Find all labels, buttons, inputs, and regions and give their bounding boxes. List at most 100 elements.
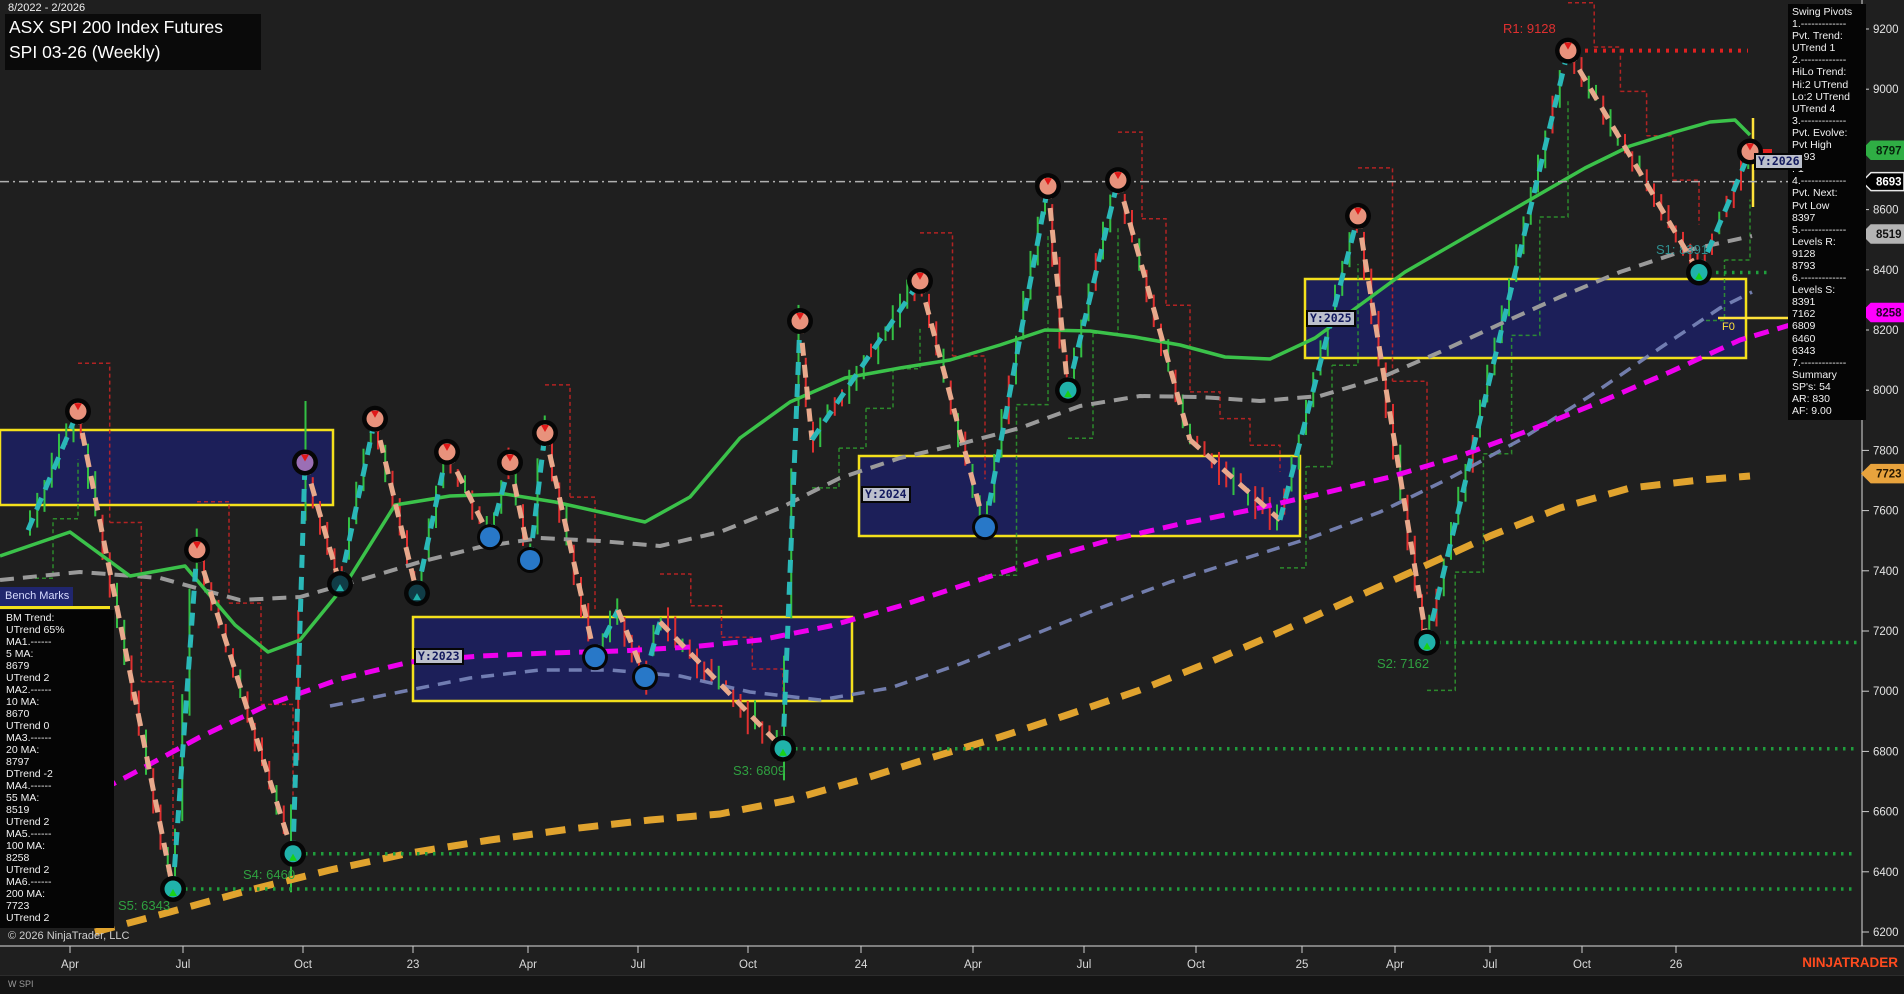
price-tag-value: 8797	[1876, 145, 1902, 157]
price-tick-label: 8400	[1873, 265, 1899, 277]
bench-marks-line: MA2.------	[6, 684, 114, 696]
swing-pivots-line: SP's: 54	[1792, 381, 1866, 393]
swing-pivots-line: 5.-------------	[1792, 224, 1866, 236]
bench-marks-line: UTrend 2	[6, 816, 114, 828]
swing-pivots-line: Pvt. Next:	[1792, 187, 1866, 199]
f0-label: F0	[1722, 321, 1735, 333]
ninjatrader-logo: NINJATRADER	[1790, 955, 1898, 970]
bench-marks-line: 10 MA:	[6, 696, 114, 708]
time-tick-label: 26	[1670, 959, 1683, 971]
swing-pivots-line: Pvt. Trend:	[1792, 30, 1866, 42]
contract-interval: SPI 03-26 (Weekly)	[9, 42, 261, 63]
swing-pivots-line: Hi:2 UTrend	[1792, 79, 1866, 91]
swing-line-up	[173, 550, 197, 889]
price-tick-label: 7000	[1873, 686, 1899, 698]
bench-marks-line: 8679	[6, 660, 114, 672]
trail-stop-down	[920, 233, 985, 479]
bench-marks-line: UTrend 2	[6, 864, 114, 876]
time-tick-label: Oct	[1187, 959, 1206, 971]
trail-stop-down	[545, 385, 595, 609]
pivot-intermediate-marker	[480, 527, 500, 547]
swing-pivots-line: 1.-------------	[1792, 18, 1866, 30]
swing-pivots-line: 4.-------------	[1792, 175, 1866, 187]
time-tick-label: Oct	[294, 959, 313, 971]
time-tick-label: Oct	[1573, 959, 1592, 971]
swing-pivots-line: Lo:2 UTrend	[1792, 91, 1866, 103]
swing-line-down	[510, 462, 530, 560]
trail-stop-down	[197, 502, 293, 806]
price-chart[interactable]: R1: 9128S1: 8391S2: 7162S3: 6809S4: 6460…	[0, 0, 1904, 994]
swing-pivots-line: 6460	[1792, 333, 1866, 345]
level-label: R1: 9128	[1503, 21, 1556, 36]
bench-marks-line: BM Trend:	[6, 612, 114, 624]
swing-line-down	[1048, 186, 1068, 390]
date-range-label: 8/2022 - 2/2026	[8, 2, 85, 14]
swing-pivots-line: 8397	[1792, 212, 1866, 224]
time-tick-label: Jul	[1077, 959, 1092, 971]
level-label: S5: 6343	[118, 898, 170, 913]
bench-marks-line: UTrend 65%	[6, 624, 114, 636]
swing-pivots-line: Pvt Low	[1792, 200, 1866, 212]
price-tag-value: 8258	[1876, 308, 1902, 320]
year-marker-label: Y:2026	[1754, 153, 1804, 170]
data-series-tab[interactable]: W SPI	[8, 979, 34, 989]
bench-marks-line: 100 MA:	[6, 840, 114, 852]
bench-marks-line: 20 MA:	[6, 744, 114, 756]
year-range-box	[0, 430, 333, 505]
swing-pivots-line: Pvt High	[1792, 139, 1866, 151]
swing-line-down	[1568, 51, 1699, 273]
time-tick-label: Apr	[519, 959, 537, 971]
bench-marks-line: 8258	[6, 852, 114, 864]
swing-line-up	[1068, 180, 1118, 390]
time-tick-label: Jul	[631, 959, 646, 971]
price-tag-value: 7723	[1876, 469, 1902, 481]
price-tick-label: 7800	[1873, 445, 1899, 457]
bench-marks-line: 8670	[6, 708, 114, 720]
trail-stop-down	[1568, 3, 1699, 225]
swing-line-down	[375, 419, 417, 593]
price-tag-value: 8693	[1876, 177, 1902, 189]
bench-marks-header: Bench Marks	[0, 587, 73, 606]
price-tick-label: 8600	[1873, 205, 1899, 217]
time-tick-label: 25	[1296, 959, 1309, 971]
swing-pivots-line: Swing Pivots	[1792, 6, 1866, 18]
swing-pivots-line: UTrend 4	[1792, 103, 1866, 115]
swing-pivots-line: 7162	[1792, 308, 1866, 320]
time-tick-label: 24	[855, 959, 868, 971]
year-marker-label: Y:2025	[1306, 310, 1356, 327]
price-tick-label: 8000	[1873, 385, 1899, 397]
time-tick-label: Jul	[1483, 959, 1498, 971]
swing-pivots-line: 9128	[1792, 248, 1866, 260]
pivot-intermediate-marker	[585, 647, 605, 667]
bench-marks-line: MA3.------	[6, 732, 114, 744]
time-tick-label: Jul	[176, 959, 191, 971]
price-tick-label: 6400	[1873, 867, 1899, 879]
swing-pivots-line: Levels R:	[1792, 236, 1866, 248]
swing-pivots-line: 8793	[1792, 260, 1866, 272]
price-tick-label: 6200	[1873, 927, 1899, 939]
instrument-title: ASX SPI 200 Index Futures SPI 03-26 (Wee…	[5, 14, 261, 70]
ma-200-line	[95, 476, 1750, 932]
year-marker-label: Y:2023	[414, 648, 464, 665]
swing-pivots-line: UTrend 1	[1792, 42, 1866, 54]
time-tick-label: Apr	[61, 959, 79, 971]
price-tick-label: 9000	[1873, 84, 1899, 96]
bench-marks-line: 5 MA:	[6, 648, 114, 660]
trail-stop-up	[1427, 99, 1568, 691]
level-label: S2: 7162	[1377, 656, 1429, 671]
pivot-intermediate-marker	[975, 517, 995, 537]
swing-pivots-line: 2.-------------	[1792, 54, 1866, 66]
swing-pivots-line: Levels S:	[1792, 284, 1866, 296]
price-tick-label: 6600	[1873, 807, 1899, 819]
price-tick-label: 6800	[1873, 746, 1899, 758]
price-tick-label: 7400	[1873, 566, 1899, 578]
year-marker-label: Y:2024	[861, 486, 911, 503]
swing-line-up	[1280, 216, 1358, 520]
bench-marks-panel: BM Trend:UTrend 65%MA1.------5 MA:8679 UT…	[0, 610, 114, 928]
bench-marks-line: MA1.------	[6, 636, 114, 648]
time-tick-label: Apr	[964, 959, 982, 971]
bench-marks-line: MA4.------	[6, 780, 114, 792]
level-label: S4: 6460	[243, 867, 295, 882]
price-tag-value: 8519	[1876, 229, 1902, 241]
instrument-name: ASX SPI 200 Index Futures	[9, 17, 261, 38]
